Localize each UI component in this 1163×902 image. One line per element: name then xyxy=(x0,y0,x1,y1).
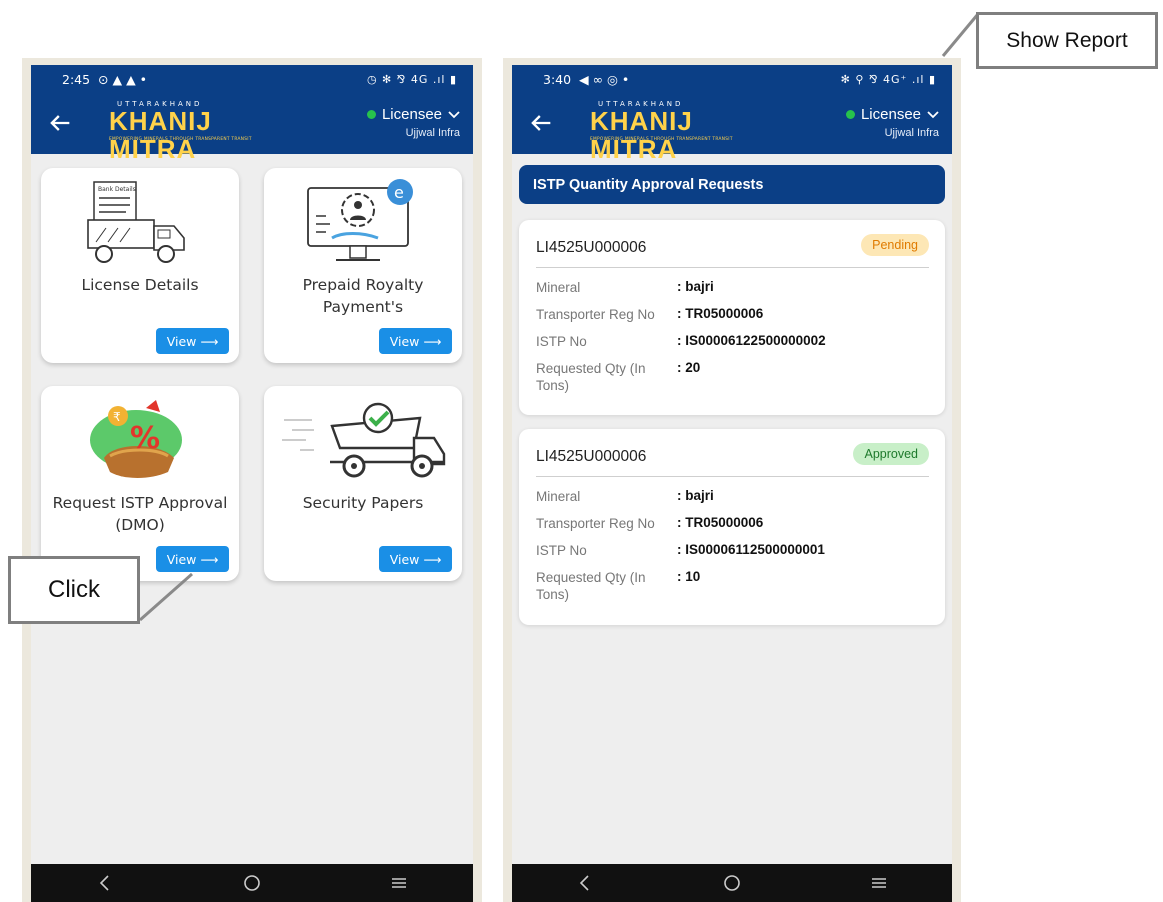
report-pointer-line xyxy=(941,13,980,57)
click-pointer-line xyxy=(139,572,193,622)
show-report-callout: Show Report xyxy=(976,12,1158,69)
click-callout: Click xyxy=(8,556,140,624)
callout-pointer-lines xyxy=(139,13,980,622)
